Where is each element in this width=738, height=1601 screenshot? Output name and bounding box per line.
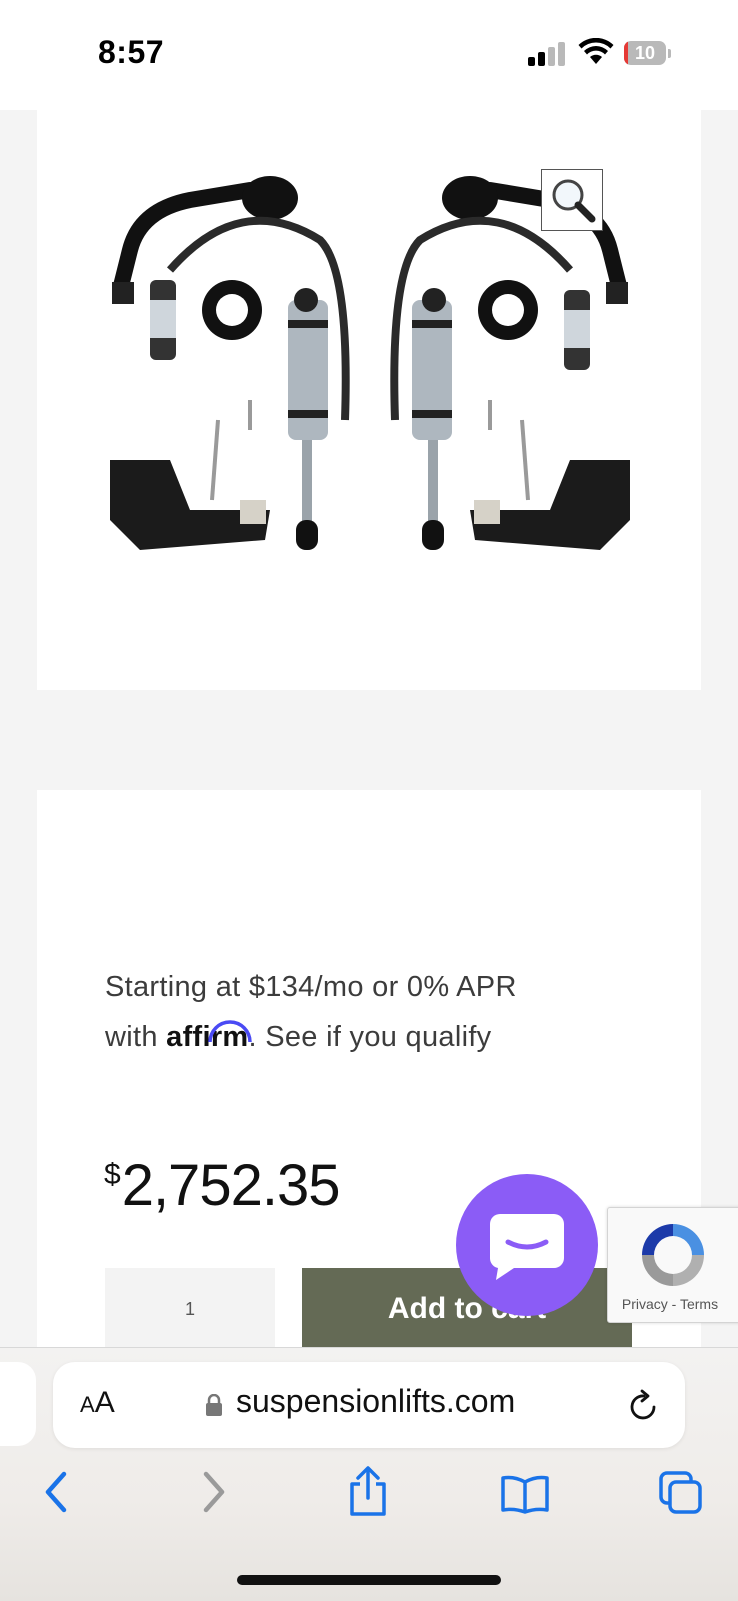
affirm-logo: affirm bbox=[166, 1012, 252, 1062]
affirm-financing-text[interactable]: Starting at $134/mo or 0% APR with affir… bbox=[105, 962, 625, 1062]
product-price: $2,752.35 bbox=[104, 1152, 341, 1219]
previous-tab-peek[interactable] bbox=[0, 1362, 36, 1446]
recaptcha-privacy-link[interactable]: Privacy bbox=[622, 1296, 668, 1312]
zoom-button[interactable] bbox=[541, 169, 603, 231]
affirm-prefix: Starting at $134/mo or 0% APR bbox=[105, 971, 517, 1003]
recaptcha-logo-icon bbox=[642, 1224, 704, 1286]
price-value: 2,752.35 bbox=[121, 1153, 341, 1218]
book-icon[interactable] bbox=[500, 1474, 550, 1514]
share-icon[interactable] bbox=[346, 1466, 390, 1518]
reader-settings-button[interactable]: AA bbox=[80, 1386, 115, 1420]
status-time: 8:57 bbox=[98, 34, 165, 70]
home-indicator[interactable] bbox=[237, 1575, 501, 1585]
recaptcha-links: Privacy - Terms bbox=[621, 1296, 719, 1312]
chevron-right-icon[interactable] bbox=[198, 1470, 230, 1514]
product-info-card bbox=[37, 790, 701, 1350]
cellular-signal-icon bbox=[528, 40, 568, 66]
affirm-suffix: . See if you qualify bbox=[248, 1021, 492, 1053]
status-bar: 8:57 10 bbox=[0, 0, 738, 110]
battery-level: 10 bbox=[634, 43, 656, 63]
url-text[interactable]: suspensionlifts.com bbox=[236, 1383, 515, 1420]
chat-bubble-icon bbox=[490, 1214, 564, 1280]
affirm-arc-icon bbox=[208, 1020, 252, 1043]
quantity-input[interactable]: 1 bbox=[105, 1268, 275, 1350]
battery-icon: 10 bbox=[624, 41, 671, 67]
tabs-icon[interactable] bbox=[658, 1470, 704, 1516]
chevron-left-icon[interactable] bbox=[40, 1470, 72, 1514]
price-currency: $ bbox=[104, 1158, 121, 1191]
recaptcha-terms-link[interactable]: Terms bbox=[680, 1296, 718, 1312]
recaptcha-badge[interactable]: Privacy - Terms bbox=[607, 1207, 738, 1323]
lock-icon bbox=[206, 1394, 222, 1416]
affirm-with: with bbox=[105, 1021, 158, 1053]
reload-icon[interactable] bbox=[628, 1389, 660, 1423]
magnifier-icon bbox=[552, 179, 596, 223]
chat-button[interactable] bbox=[456, 1174, 598, 1316]
wifi-icon bbox=[578, 38, 614, 64]
